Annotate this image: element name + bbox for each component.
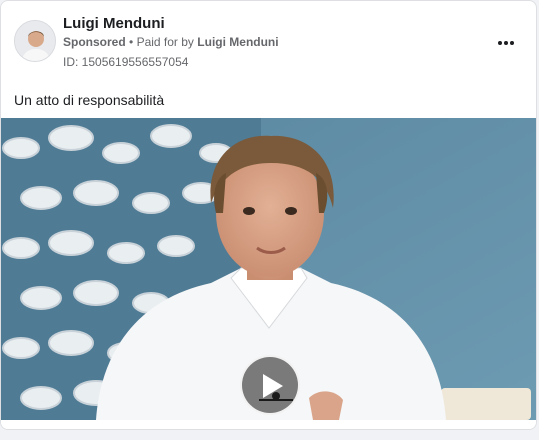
ad-body-text: Un atto di responsabilità [14, 92, 165, 108]
advertiser-name[interactable]: Luigi Menduni [63, 15, 165, 32]
more-horizontal-icon [497, 32, 515, 50]
ad-id: ID: 1505619556557054 [63, 55, 189, 69]
paid-for-name: Luigi Menduni [197, 35, 279, 49]
meta-separator: • [129, 35, 134, 49]
sponsorship-line: Sponsored • Paid for by Luigi Menduni [63, 35, 279, 49]
ad-card: Luigi Menduni Sponsored • Paid for by Lu… [0, 0, 537, 430]
more-options-button[interactable] [492, 31, 520, 51]
play-button[interactable] [240, 355, 300, 415]
advertiser-avatar[interactable] [14, 20, 56, 62]
avatar-image [15, 21, 55, 61]
paid-for-prefix: Paid for by [136, 35, 194, 49]
ad-header: Luigi Menduni Sponsored • Paid for by Lu… [1, 1, 536, 81]
play-icon [263, 374, 283, 398]
sponsored-label: Sponsored [63, 35, 126, 49]
card-footer [1, 420, 536, 429]
video-player[interactable] [1, 118, 536, 420]
